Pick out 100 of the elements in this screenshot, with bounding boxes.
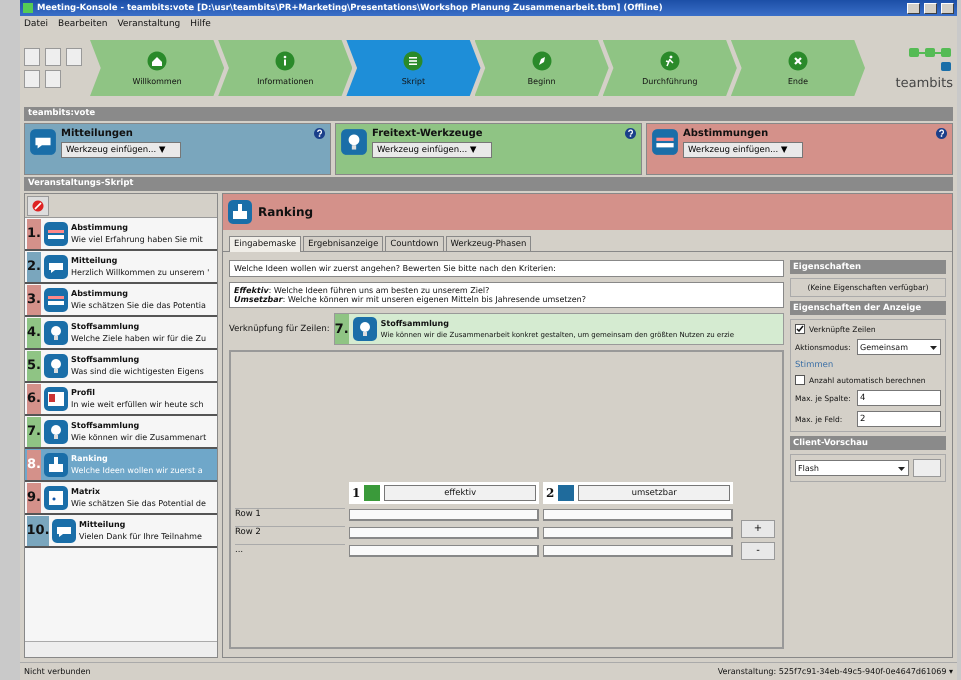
panel-header: Eigenschaften [790,260,946,274]
help-icon[interactable] [314,128,325,139]
item-title: Stoffsammlung [380,319,450,328]
row-button[interactable]: - [741,542,775,560]
maximize-button[interactable] [924,2,937,14]
podium-icon [227,199,253,225]
script-item[interactable]: 1. Abstimmung Wie viel Erfahrung haben Sie mit [25,218,217,251]
item-title: Stoffsammlung [71,421,140,430]
rank-cell[interactable] [349,508,539,520]
panel-header: Eigenschaften der Anzeige [790,301,946,315]
script-item[interactable]: 7. Stoffsammlung Wie können wir die Zusammenart [25,416,217,449]
rank-cell[interactable] [543,508,733,520]
script-item[interactable]: 4. Stoffsammlung Welche Ziele haben wir für die Zu [25,317,217,350]
item-text: Welche Ideen wollen wir zuerst a [71,466,203,475]
insert-dropdown[interactable]: Werkzeug einfügen... ▼ [372,142,492,158]
step-tab[interactable]: Informationen [218,40,352,96]
insert-dropdown[interactable]: Werkzeug einfügen... ▼ [683,142,803,158]
item-number: 6. [27,384,41,414]
item-number: 4. [27,318,41,348]
item-title: Matrix [71,487,102,496]
criterion-field[interactable]: effektiv [384,484,536,500]
slider-icon [43,286,69,312]
slider-icon [651,128,679,156]
menu-item[interactable]: Bearbeiten [58,18,108,28]
preview-select[interactable]: Flash [795,460,909,476]
item-title: Abstimmung [71,223,130,232]
status-text: Nicht verbunden [24,667,91,676]
item-text: Vielen Dank für Ihre Teilnahme [79,532,202,541]
rank-cell[interactable] [349,526,539,538]
tab[interactable]: Eingabemaske [229,236,302,252]
rank-cell[interactable] [349,544,539,556]
tool-group-title: Mitteilungen [61,128,134,139]
criterion-number: 2 [546,486,554,500]
input-field[interactable]: 2 [857,411,941,427]
speech-bubble-icon [43,254,69,280]
input-field[interactable]: 4 [857,390,941,406]
help-icon[interactable] [625,128,636,139]
delete-button[interactable] [27,196,49,216]
checkbox-box[interactable] [795,324,805,334]
script-item[interactable]: 9. Matrix Wie schätzen Sie das Potential de [25,482,217,515]
item-text: Wie schätzen Sie das Potential de [71,499,206,508]
item-text: In wie weit erfüllen wir heute sch [71,400,204,409]
item-text: Herzlich Willkommen zu unserem ' [71,268,210,277]
menu-item[interactable]: Hilfe [190,18,211,28]
step-tab[interactable]: Willkommen [90,40,224,96]
house-icon [147,50,168,70]
row-button[interactable]: + [741,520,775,538]
status-text: Veranstaltung: 525f7c91-34eb-49c5-940f-0e4647d61069 ▾ [718,667,953,676]
script-item[interactable]: 5. Stoffsammlung Was sind die wichtigesten Eigens [25,350,217,383]
item-title: Ranking [71,454,109,463]
item-number: 7. [27,416,41,446]
item-title: Abstimmung [71,289,130,298]
lightbulb-icon [340,128,368,156]
lightbulb-icon [43,352,69,378]
tab[interactable]: Countdown [385,236,444,251]
rank-cell[interactable] [543,544,733,556]
tab[interactable]: Ergebnisanzeige [303,236,384,251]
row-label: ... [235,544,345,558]
script-item[interactable]: 3. Abstimmung Wie schätzen Sie die das Potentia [25,284,217,317]
close-icon [788,50,808,70]
script-item[interactable]: 6. Profil In wie weit erfüllen wir heute sch [25,383,217,416]
question-field[interactable]: Welche Ideen wollen wir zuerst angehen? Bewerten Sie bitte nach den Kriterien: [229,260,784,277]
step-tab[interactable]: Beginn [474,40,609,96]
panel-header: Client-Vorschau [790,436,946,450]
logo-text: teambits [896,76,953,90]
insert-dropdown[interactable]: Werkzeug einfügen... ▼ [61,142,181,158]
step-tab[interactable]: Ende [730,40,866,96]
minimize-button[interactable] [907,2,920,14]
item-text: Was sind die wichtigesten Eigens [71,367,204,376]
criterion-number: 1 [352,486,360,500]
rank-cell[interactable] [543,526,733,538]
item-number: 9. [27,482,41,512]
criterion-field[interactable]: umsetzbar [578,484,730,500]
logo-icon [909,46,953,74]
menu-item[interactable]: Veranstaltung [117,18,180,28]
item-title: Stoffsammlung [71,355,140,364]
item-text: Wie können wir die Zusammenart [71,433,206,442]
section-bar: teambits:vote [24,107,953,121]
info-icon [275,50,296,70]
podium-icon [43,452,69,478]
step-tab[interactable]: Skript [346,40,481,96]
menu-item[interactable]: Datei [24,18,48,28]
close-button[interactable] [941,2,954,14]
item-text: Wie viel Erfahrung haben Sie mit [71,235,203,244]
description-field[interactable]: Effektiv: Welche Ideen führen uns am besten zu unserem Ziel? Umsetzbar: Welche können wir mit unseren eigenen Mitteln bis Jahresende umsetzen? [229,282,784,308]
item-title: Mitteilung [79,520,126,529]
item-title: Profil [71,388,96,397]
item-text: Wie schätzen Sie die das Potentia [71,301,206,310]
script-item[interactable]: 2. Mitteilung Herzlich Willkommen zu unserem ' [25,251,217,284]
no-entry-icon [32,200,44,212]
checkbox-box[interactable] [795,375,805,385]
script-item[interactable]: 10. Mitteilung Vielen Dank für Ihre Teilnahme [25,515,217,548]
mode-select[interactable]: Gemeinsam [857,339,941,355]
item-number: 5. [27,350,41,380]
help-icon[interactable] [936,128,947,139]
tool-group-title: Freitext-Werkzeuge [372,128,484,139]
tab[interactable]: Werkzeug-Phasen [446,236,532,251]
step-tab[interactable]: Durchführung [602,40,737,96]
item-title: Stoffsammlung [71,322,140,331]
horizontal-scrollbar[interactable] [25,641,217,657]
